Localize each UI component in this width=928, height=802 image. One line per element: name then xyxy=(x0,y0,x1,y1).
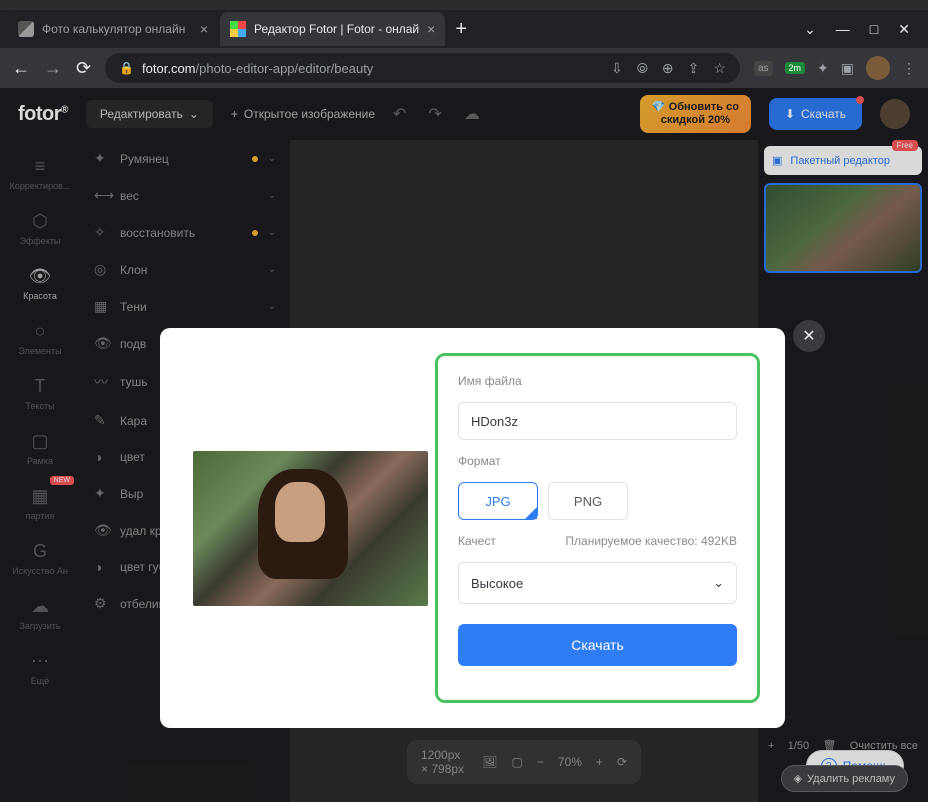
install-icon[interactable]: ⇩ xyxy=(611,60,623,77)
chevron-down-icon[interactable]: ⌄ xyxy=(804,21,816,38)
lock-icon: 🔒 xyxy=(119,61,134,75)
translate-icon[interactable]: ⦾ xyxy=(637,60,648,77)
close-icon[interactable]: × xyxy=(427,21,435,37)
modal-overlay[interactable]: ✕ Имя файла Формат JPG PNG Качест Планир… xyxy=(0,88,928,802)
ext-as[interactable]: as xyxy=(754,61,773,76)
chevron-down-icon: ⌄ xyxy=(713,575,724,591)
tab-calculator[interactable]: Фото калькулятор онлайн × xyxy=(8,12,218,46)
reload-button[interactable]: ⟳ xyxy=(76,58,91,79)
browser-addressbar: ← → ⟳ 🔒 fotor.com/photo-editor-app/edito… xyxy=(0,48,928,88)
tab-title: Редактор Fotor | Fotor - онлай xyxy=(254,22,419,36)
ext-2m[interactable]: 2m xyxy=(785,62,806,74)
diamond-icon: ◈ xyxy=(794,772,802,785)
back-button[interactable]: ← xyxy=(12,58,30,79)
zoom-icon[interactable]: ⊕ xyxy=(662,60,674,77)
tab-fotor[interactable]: Редактор Fotor | Fotor - онлай × xyxy=(220,12,445,46)
filename-input[interactable] xyxy=(458,402,737,440)
quality-select[interactable]: Высокое ⌄ xyxy=(458,562,737,604)
address-input[interactable]: 🔒 fotor.com/photo-editor-app/editor/beau… xyxy=(105,53,740,83)
forward-button[interactable]: → xyxy=(44,58,62,79)
menu-icon[interactable]: ⋮ xyxy=(902,60,916,77)
filename-label: Имя файла xyxy=(458,374,737,388)
favicon xyxy=(18,21,34,37)
maximize-button[interactable]: □ xyxy=(870,21,878,38)
close-icon[interactable]: × xyxy=(200,21,208,37)
puzzle-icon[interactable]: ✦ xyxy=(817,60,829,77)
download-form: Имя файла Формат JPG PNG Качест Планируе… xyxy=(435,353,760,703)
favicon xyxy=(230,21,246,37)
square-icon[interactable]: ▣ xyxy=(841,60,854,77)
browser-tabbar: Фото калькулятор онлайн × Редактор Fotor… xyxy=(0,10,928,48)
new-tab-button[interactable]: + xyxy=(447,18,475,41)
share-icon[interactable]: ⇪ xyxy=(688,60,700,77)
planned-size: Планируемое качество: 492KB xyxy=(565,534,737,548)
url-domain: fotor.com xyxy=(142,61,195,76)
format-png-button[interactable]: PNG xyxy=(548,482,628,520)
bookmark-icon[interactable]: ☆ xyxy=(713,60,726,77)
minimize-button[interactable]: — xyxy=(836,21,850,38)
preview-pane xyxy=(185,353,435,703)
modal-download-button[interactable]: Скачать xyxy=(458,624,737,666)
modal-close-button[interactable]: ✕ xyxy=(793,320,825,352)
preview-image xyxy=(193,451,428,606)
close-window-button[interactable]: ✕ xyxy=(898,21,910,38)
tab-title: Фото калькулятор онлайн xyxy=(42,22,192,36)
remove-ads-button[interactable]: ◈ Удалить рекламу xyxy=(781,765,908,792)
profile-avatar[interactable] xyxy=(866,56,890,80)
url-path: /photo-editor-app/editor/beauty xyxy=(196,61,374,76)
format-jpg-button[interactable]: JPG xyxy=(458,482,538,520)
format-label: Формат xyxy=(458,454,737,468)
download-modal: ✕ Имя файла Формат JPG PNG Качест Планир… xyxy=(160,328,785,728)
quality-label: Качест xyxy=(458,534,496,548)
